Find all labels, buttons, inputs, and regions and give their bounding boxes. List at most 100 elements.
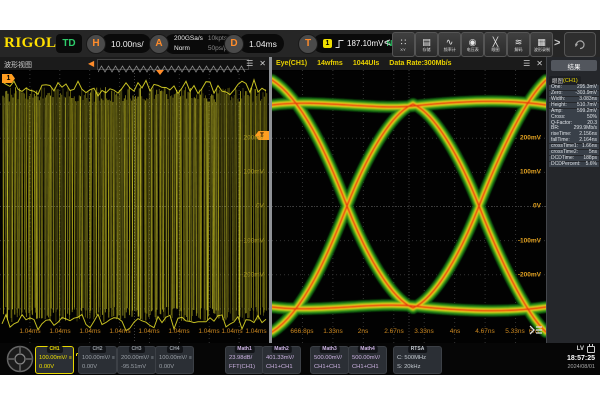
sync-button[interactable] — [564, 32, 596, 57]
x-axis-label: 1.04ms — [138, 328, 159, 335]
sample-rate: 200GSa/s — [174, 35, 203, 43]
channel-box-ch4[interactable]: CH4 100.00mV/≡ 0.00V — [155, 346, 194, 374]
x-axis-label: 2.67ns — [384, 328, 404, 335]
timebase-value[interactable]: 10.00ns/ — [101, 34, 151, 53]
close-icon[interactable]: ✕ — [536, 59, 543, 68]
rigol-logo: RIGOL — [4, 35, 57, 52]
y-axis-label: 0V — [256, 203, 264, 210]
lan-icon: LV — [577, 345, 584, 354]
bottom-bar: CH1 100.00mV/≡ 0.00V CH2 100.00mV/≡ 0.00… — [0, 343, 600, 375]
rising-edge-icon — [335, 39, 344, 49]
ch2-tab: CH2 — [89, 346, 105, 353]
x-axis-label: 3.33ns — [414, 328, 434, 335]
math-box-math4[interactable]: Math4 500.00mV/ CH1+CH1 — [348, 346, 387, 374]
menu-icon: ≡ — [69, 356, 72, 361]
voltmeter-icon: ◉ — [469, 37, 477, 47]
power-plug-icon — [587, 346, 595, 353]
y-axis-label: 100mV — [243, 169, 264, 176]
math1-tab: Math1 — [234, 346, 254, 353]
toolbar-label: 频率计 — [443, 47, 455, 52]
d-knob[interactable]: D — [224, 34, 244, 54]
channel-box-ch1[interactable]: CH1 100.00mV/≡ 0.00V — [35, 346, 74, 374]
counter-icon: ∿ — [446, 37, 454, 47]
menu-icon: ≡ — [189, 356, 192, 361]
x-axis-label: 1.04ms — [198, 328, 219, 335]
eye-diagram-panel: Eye(CH1) 14wfms 1044UIs Data Rate:300Mb/… — [272, 57, 546, 343]
x-axis-label: 1.33ns — [323, 328, 343, 335]
toolbar-button-eye[interactable]: ╳ 眼图 — [484, 32, 507, 57]
channel-box-ch2[interactable]: CH2 100.00mV/≡ 0.00V — [78, 346, 117, 374]
toolbar-label: 解码 — [514, 47, 522, 52]
results-tab-channel: (CH1) — [563, 78, 578, 84]
xy-icon: ∷ — [401, 37, 407, 47]
clock-block: LV 18:57:25 2024/08/01 — [567, 345, 595, 372]
eye-title: Eye(CH1) — [276, 60, 307, 67]
x-axis-label: 5.33ns — [505, 328, 525, 335]
refresh-icon — [573, 38, 587, 51]
toolbar-button-record[interactable]: ▦ 波形录制 — [530, 32, 553, 57]
menu-icon[interactable]: ☰ — [523, 59, 530, 68]
menu-icon: ≡ — [151, 356, 154, 361]
toolbar-button-voltmeter[interactable]: ◉ 电压表 — [461, 32, 484, 57]
measurement-row: DCDPercent:5.6% — [549, 162, 599, 167]
x-axis-label: 2ns — [358, 328, 368, 335]
a-knob[interactable]: A — [149, 34, 169, 54]
y-axis-label: 200mV — [520, 135, 541, 142]
results-sidebar: 结果 眼图 (CH1) One:295.3mV Zero:-303.9mV Wi… — [546, 57, 600, 343]
y-axis-label: -200mV — [241, 272, 264, 279]
y-axis-label: -200mV — [518, 272, 541, 279]
delay-value[interactable]: 1.04ms — [239, 34, 284, 53]
channel-box-ch3[interactable]: CH3 200.00mV/≡ -95.51mV — [117, 346, 156, 374]
measurement-list: One:295.3mV Zero:-303.9mV Width:3.083ns … — [549, 85, 599, 167]
close-icon[interactable]: ✕ — [259, 59, 266, 68]
math4-tab: Math4 — [357, 346, 377, 353]
y-axis-label: 0V — [533, 203, 541, 210]
eye-panel-header: Eye(CH1) 14wfms 1044UIs Data Rate:300Mb/… — [272, 57, 546, 71]
math-box-math1[interactable]: Math1 23.98dB/ FFT(CH1) — [225, 346, 264, 374]
expand-menu-icon[interactable] — [529, 322, 543, 340]
ch4-tab: CH4 — [166, 346, 182, 353]
waveform-plot: 1 T 200mV 100mV 0V -100mV -200mV 1.04ms … — [0, 70, 269, 343]
record-preview-strip[interactable] — [97, 59, 249, 70]
menu-icon[interactable]: ☰ — [246, 59, 253, 68]
x-axis-label: 1.04ms — [19, 328, 40, 335]
delay-control: D 1.04ms — [224, 33, 284, 54]
eye-diagram-icon: ╳ — [493, 37, 498, 47]
system-date: 2024/08/01 — [567, 363, 595, 372]
math-box-math2[interactable]: Math2 401.33mV/ CH1+CH1 — [262, 346, 301, 374]
h-knob[interactable]: H — [86, 34, 106, 54]
x-axis-label: 1.04ms — [221, 328, 242, 335]
rtsa-box[interactable]: RTSA C: 500MHz S: 20kHz — [393, 346, 442, 374]
eye-data-rate: Data Rate:300Mb/s — [389, 60, 451, 67]
toolbar-button-decode[interactable]: ≋ 解码 — [507, 32, 530, 57]
ch3-tab: CH3 — [128, 346, 144, 353]
toolbar-button-counter[interactable]: ∿ 频率计 — [438, 32, 461, 57]
toolbar-scroll-left[interactable]: < — [384, 37, 390, 49]
horizontal-control: H 10.00ns/ — [86, 33, 151, 54]
y-axis-label: 200mV — [243, 135, 264, 142]
y-axis-label: -100mV — [241, 238, 264, 245]
navigation-knob-icon[interactable] — [6, 345, 34, 373]
eye-wfms-count: 14wfms — [317, 60, 343, 67]
toolbar-scroll-right[interactable]: > — [554, 37, 560, 49]
y-axis-label: 100mV — [520, 169, 541, 176]
preview-marker-icon: ◀ — [88, 59, 94, 68]
eye-diagram-trace — [272, 70, 546, 343]
t-knob[interactable]: T — [298, 34, 318, 54]
waveform-view-panel: 波形视图 ◀ ☰ ✕ 1 T 200mV 100mV 0V -100mV -20… — [0, 57, 269, 343]
toolbar-button-storage[interactable]: ▤ 存储 — [415, 32, 438, 57]
toolbar-button-xy[interactable]: ∷ XY — [392, 32, 415, 57]
x-axis-label: 1.04ms — [168, 328, 189, 335]
toolbar-label: 存储 — [422, 47, 430, 52]
eye-diagram-plot: 200mV 100mV 0V -100mV -200mV 666.8ps 1.3… — [272, 70, 546, 343]
acquire-mode: Norm — [174, 45, 203, 53]
math-box-math3[interactable]: Math3 500.00mV/ CH1+CH1 — [310, 346, 349, 374]
math3-tab: Math3 — [319, 346, 339, 353]
toolbar-label: 眼图 — [491, 47, 499, 52]
ch1-tab: CH1 — [46, 346, 62, 353]
record-icon: ▦ — [537, 37, 546, 47]
system-time: 18:57:25 — [567, 354, 595, 363]
x-axis-label: 4ns — [450, 328, 460, 335]
x-axis-label: 666.8ps — [290, 328, 313, 335]
trigger-status-badge: TD — [56, 34, 82, 53]
